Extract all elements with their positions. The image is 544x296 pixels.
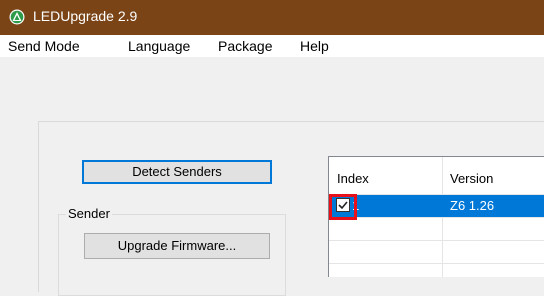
menu-help[interactable]: Help bbox=[300, 38, 329, 54]
cell-version: Z6 1.26 bbox=[450, 198, 495, 213]
sender-table[interactable]: Index Version 1 Z6 1.26 bbox=[328, 156, 544, 277]
title-bar: LEDUpgrade 2.9 bbox=[0, 0, 544, 35]
column-header-index[interactable]: Index bbox=[337, 171, 369, 186]
column-header-version[interactable]: Version bbox=[450, 171, 493, 186]
upgrade-firmware-button[interactable]: Upgrade Firmware... bbox=[84, 233, 270, 259]
app-logo-icon bbox=[9, 9, 25, 25]
menu-language[interactable]: Language bbox=[128, 38, 190, 54]
checkbox-highlight-box bbox=[329, 194, 357, 220]
menu-package[interactable]: Package bbox=[218, 38, 272, 54]
menu-bar: Send Mode Language Package Help bbox=[0, 35, 544, 58]
detect-senders-button[interactable]: Detect Senders bbox=[82, 160, 272, 184]
menu-send-mode[interactable]: Send Mode bbox=[8, 38, 80, 54]
sender-group-label: Sender bbox=[66, 206, 112, 221]
window-title: LEDUpgrade 2.9 bbox=[33, 8, 138, 24]
table-row bbox=[329, 241, 544, 264]
table-row bbox=[329, 264, 544, 286]
table-row[interactable]: 1 Z6 1.26 bbox=[329, 195, 544, 218]
table-header: Index Version bbox=[329, 157, 544, 195]
table-row bbox=[329, 218, 544, 241]
